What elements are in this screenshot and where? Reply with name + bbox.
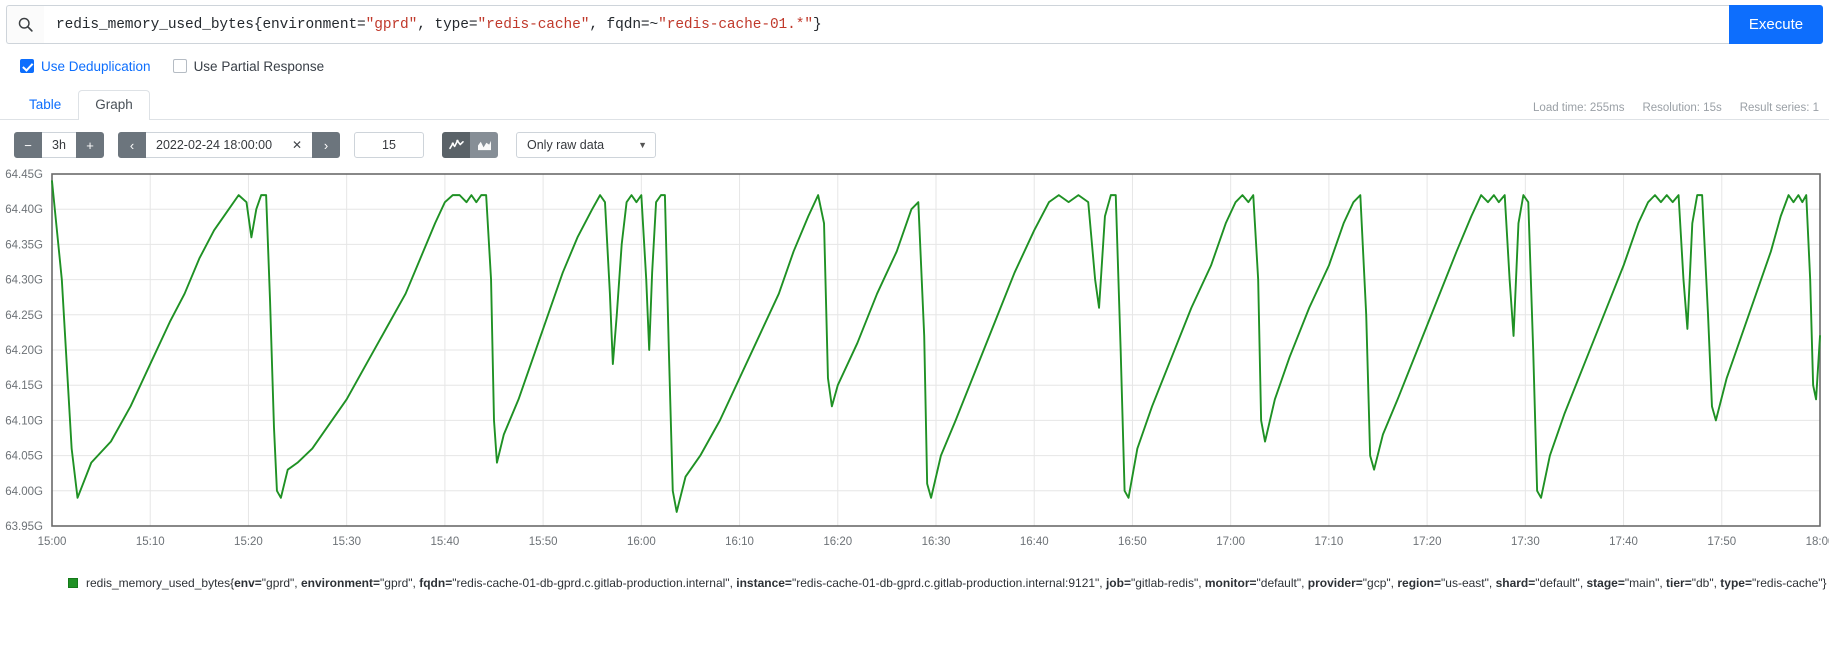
svg-text:64.20G: 64.20G [5,345,43,357]
step-group: 15 [354,132,424,158]
svg-text:64.05G: 64.05G [5,451,43,463]
svg-text:15:20: 15:20 [234,536,263,548]
graph-toolbar: − 3h + ‹ 2022-02-24 18:00:00 ✕ › 15 Only… [14,132,1829,158]
svg-text:64.15G: 64.15G [5,380,43,392]
series-mode-value: Only raw data [527,138,605,152]
tab-graph[interactable]: Graph [78,90,150,120]
svg-text:63.95G: 63.95G [5,521,43,533]
chart-type-toggle [442,132,498,158]
svg-text:15:10: 15:10 [136,536,165,548]
range-value[interactable]: 3h [42,132,76,158]
execute-button[interactable]: Execute [1729,5,1823,44]
svg-text:15:40: 15:40 [430,536,459,548]
query-text: redis_memory_used_bytes{environment="gpr… [56,16,822,33]
view-tabs: Table Graph [12,90,150,120]
datetime-field[interactable]: 2022-02-24 18:00:00 ✕ [146,132,312,158]
next-period-button[interactable]: › [312,132,340,158]
tabs-divider [0,119,1829,120]
query-options-row: Use Deduplication Use Partial Response [20,56,1829,76]
legend-series-label[interactable]: redis_memory_used_bytes{env="gprd", envi… [86,576,1827,590]
use-deduplication-label: Use Deduplication [41,58,151,74]
range-decrease-button[interactable]: − [14,132,42,158]
range-increase-button[interactable]: + [76,132,104,158]
time-range-stepper: − 3h + [14,132,104,158]
vmui-app: redis_memory_used_bytes{environment="gpr… [0,5,1829,662]
step-input[interactable]: 15 [354,132,424,158]
use-partial-response-label: Use Partial Response [193,58,325,74]
svg-text:17:30: 17:30 [1511,536,1540,548]
svg-text:15:50: 15:50 [529,536,558,548]
use-deduplication-checkbox[interactable]: Use Deduplication [20,59,151,74]
svg-text:64.40G: 64.40G [5,204,43,216]
svg-text:16:40: 16:40 [1020,536,1049,548]
query-input[interactable]: redis_memory_used_bytes{environment="gpr… [44,5,1729,44]
use-partial-response-checkbox[interactable]: Use Partial Response [172,58,325,74]
svg-text:64.35G: 64.35G [5,239,43,251]
search-icon [6,5,44,44]
query-meta: Load time: 255ms Resolution: 15s Result … [1533,102,1819,114]
svg-text:16:50: 16:50 [1118,536,1147,548]
svg-text:16:10: 16:10 [725,536,754,548]
resolution-text: Resolution: 15s [1642,102,1722,114]
series-mode-select[interactable]: Only raw data ▼ [516,132,656,158]
svg-text:17:40: 17:40 [1609,536,1638,548]
load-time-text: Load time: 255ms [1533,102,1625,114]
datetime-value: 2022-02-24 18:00:00 [156,138,273,152]
view-tabs-bar: Table Graph Load time: 255ms Resolution:… [0,90,1829,120]
tab-table[interactable]: Table [12,90,78,120]
area-chart-icon[interactable] [470,132,498,158]
previous-period-button[interactable]: ‹ [118,132,146,158]
chart-legend: redis_memory_used_bytes{env="gprd", envi… [68,576,1829,590]
svg-text:16:30: 16:30 [922,536,951,548]
svg-text:15:00: 15:00 [38,536,67,548]
datetime-picker: ‹ 2022-02-24 18:00:00 ✕ › [118,132,340,158]
svg-text:64.25G: 64.25G [5,310,43,322]
clear-icon[interactable]: ✕ [288,138,302,152]
svg-text:15:30: 15:30 [332,536,361,548]
svg-text:17:20: 17:20 [1413,536,1442,548]
line-chart-icon[interactable] [442,132,470,158]
svg-text:16:00: 16:00 [627,536,656,548]
svg-text:64.10G: 64.10G [5,415,43,427]
checkbox-unchecked-icon[interactable] [172,59,187,73]
svg-text:17:00: 17:00 [1216,536,1245,548]
memory-usage-line-chart[interactable]: 63.95G 64.00G 64.05G 64.10G 64.15G 64.20G 64.2… [0,166,1829,566]
svg-text:17:50: 17:50 [1707,536,1736,548]
svg-text:64.30G: 64.30G [5,275,43,287]
graph-panel: 63.95G 64.00G 64.05G 64.10G 64.15G 64.20G 64.2… [0,166,1829,566]
result-series-text: Result series: 1 [1739,102,1819,114]
checkbox-checked-icon[interactable] [20,59,34,73]
svg-text:17:10: 17:10 [1314,536,1343,548]
svg-text:16:20: 16:20 [823,536,852,548]
svg-text:64.00G: 64.00G [5,486,43,498]
chevron-down-icon: ▼ [638,140,647,150]
svg-text:18:00: 18:00 [1806,536,1829,548]
legend-color-swatch[interactable] [68,578,78,588]
svg-text:64.45G: 64.45G [5,169,43,181]
query-bar: redis_memory_used_bytes{environment="gpr… [6,5,1823,44]
